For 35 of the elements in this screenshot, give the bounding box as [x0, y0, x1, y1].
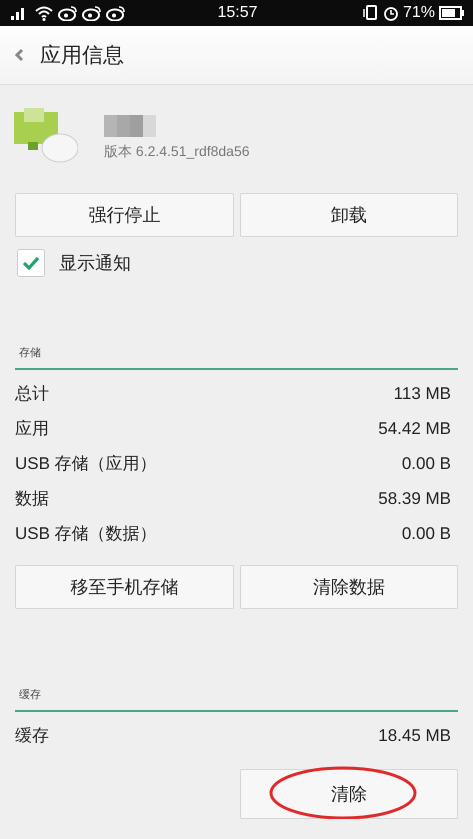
row-value: 0.00 B	[402, 524, 451, 544]
checkmark-icon	[22, 256, 40, 270]
row-value: 18.45 MB	[378, 726, 451, 746]
redacted-name	[104, 115, 156, 137]
storage-button[interactable]: 移至手机存储	[15, 565, 234, 609]
vibrate-icon	[362, 5, 379, 21]
row-label: 缓存	[15, 725, 49, 747]
section-header: 缓存	[18, 688, 41, 701]
battery-percent: 71%	[402, 4, 435, 22]
row-value: 54.42 MB	[378, 418, 451, 438]
section-header: 存储	[18, 346, 41, 359]
page-title: 应用信息	[40, 42, 124, 69]
version-text: 版本 6.2.4.51_rdf8da56	[104, 143, 250, 161]
wifi-icon	[34, 5, 54, 21]
row-value: 58.39 MB	[378, 488, 451, 508]
checkbox-label: 显示通知	[59, 252, 131, 275]
clock-time: 15:57	[217, 4, 258, 22]
storage-button[interactable]: 清除数据	[240, 565, 458, 609]
clear-cache-button[interactable]: 清除	[240, 769, 458, 819]
alarm-icon	[382, 5, 399, 21]
battery-icon	[438, 6, 465, 20]
weibo-icon	[82, 5, 102, 21]
checkbox[interactable]	[17, 249, 45, 277]
action-button[interactable]: 强行停止	[15, 193, 234, 237]
back-icon[interactable]	[14, 48, 24, 62]
row-value: 0.00 B	[402, 454, 451, 474]
weibo-icon	[106, 5, 126, 21]
row-label: 总计	[15, 383, 49, 405]
weibo-icon	[58, 5, 78, 21]
row-label: USB 存储（应用）	[15, 453, 157, 475]
row-label: USB 存储（数据）	[15, 523, 157, 545]
row-label: 数据	[15, 488, 49, 510]
row-label: 应用	[15, 418, 49, 440]
action-button[interactable]: 卸载	[240, 193, 458, 237]
row-value: 113 MB	[394, 384, 451, 404]
